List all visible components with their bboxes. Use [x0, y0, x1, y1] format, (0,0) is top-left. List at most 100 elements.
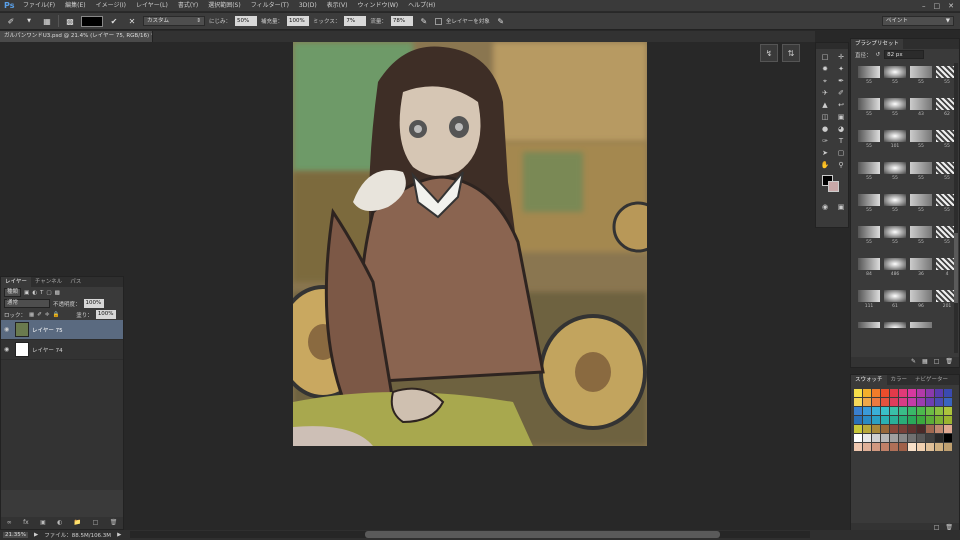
color-swatch[interactable]	[944, 434, 952, 442]
menu-item[interactable]: 編集(E)	[60, 0, 90, 12]
toggle-brush-panel-icon[interactable]: ✎	[911, 357, 916, 367]
brush-preset[interactable]: 61	[883, 288, 907, 320]
menu-item[interactable]: ヘルプ(H)	[403, 0, 440, 12]
color-swatch[interactable]	[854, 398, 862, 406]
quick-mask-icon[interactable]: ◉	[817, 201, 833, 213]
brush-panel-toggle-icon[interactable]: ▦	[40, 15, 54, 27]
clone-stamp-tool-icon[interactable]: ▲	[817, 99, 833, 111]
brush-preset[interactable]: 55	[883, 224, 907, 256]
color-swatch[interactable]	[899, 434, 907, 442]
load-brush-icon[interactable]: ▩	[63, 15, 77, 27]
color-swatch[interactable]	[908, 398, 916, 406]
filter-type-icon[interactable]: T	[40, 290, 43, 296]
color-swatch[interactable]	[863, 416, 871, 424]
doc-info-icon[interactable]: ▶	[34, 532, 38, 538]
screen-mode-icon[interactable]: ▣	[833, 201, 849, 213]
maximize-button[interactable]: □	[934, 2, 941, 10]
color-swatch[interactable]	[908, 443, 916, 451]
color-swatch[interactable]	[944, 443, 952, 451]
add-mask-icon[interactable]: ▣	[40, 517, 46, 529]
brush-preset-picker[interactable]: ▼	[22, 15, 36, 27]
tab-layers[interactable]: レイヤー	[1, 277, 31, 287]
color-swatch[interactable]	[917, 389, 925, 397]
color-swatch[interactable]	[935, 443, 943, 451]
color-swatch[interactable]	[854, 407, 862, 415]
color-swatch[interactable]	[872, 389, 880, 397]
load-value[interactable]: 100%	[287, 16, 310, 26]
brush-preset[interactable]: 55	[909, 64, 933, 96]
color-swatch[interactable]	[863, 443, 871, 451]
color-swatch[interactable]	[881, 434, 889, 442]
new-layer-icon[interactable]: □	[93, 517, 99, 529]
zoom-tool-icon[interactable]: ⚲	[833, 159, 849, 171]
color-swatch[interactable]	[935, 398, 943, 406]
visibility-eye-icon[interactable]: ◉	[4, 346, 12, 353]
blur-tool-icon[interactable]: ●	[817, 123, 833, 135]
brush-preset[interactable]: 55	[909, 192, 933, 224]
grid-view-icon[interactable]: ▦	[922, 357, 928, 367]
workspace-dropdown[interactable]: ペイント ▼	[882, 16, 954, 26]
brush-size-field[interactable]: 82 px	[884, 50, 925, 59]
pen-tool-icon[interactable]: ✑	[817, 135, 833, 147]
eyedropper-tool-icon[interactable]: ✒	[833, 75, 849, 87]
color-swatch[interactable]	[926, 407, 934, 415]
color-swatch[interactable]	[908, 425, 916, 433]
load-after-stroke-icon[interactable]: ✔	[107, 15, 121, 27]
color-swatch[interactable]	[899, 398, 907, 406]
brush-preset[interactable]: 55	[857, 64, 881, 96]
sample-all-layers-checkbox[interactable]	[434, 17, 442, 25]
color-swatch[interactable]	[863, 425, 871, 433]
color-swatch[interactable]	[881, 389, 889, 397]
mixer-brush-tool-icon[interactable]: ✐	[4, 15, 18, 27]
menu-item[interactable]: 表示(V)	[322, 0, 353, 12]
brush-preset[interactable]: 55	[909, 160, 933, 192]
menu-item[interactable]: 書式(Y)	[173, 0, 203, 12]
new-group-icon[interactable]: 📁	[74, 517, 81, 529]
menu-item[interactable]: 3D(D)	[294, 0, 322, 12]
color-swatch[interactable]	[881, 398, 889, 406]
color-swatch[interactable]	[890, 443, 898, 451]
brush-preset[interactable]: 62	[909, 320, 933, 328]
color-swatch[interactable]	[944, 398, 952, 406]
color-swatch[interactable]	[881, 443, 889, 451]
color-swatch[interactable]	[890, 425, 898, 433]
tab-paths[interactable]: パス	[66, 277, 85, 287]
color-swatch[interactable]	[863, 407, 871, 415]
lock-transparent-icon[interactable]: ▦	[29, 312, 34, 318]
filter-pixel-icon[interactable]: ▣	[24, 290, 29, 296]
color-swatch[interactable]	[890, 434, 898, 442]
brush-preset[interactable]: 43	[909, 96, 933, 128]
color-swatch[interactable]	[854, 443, 862, 451]
history-panel-icon[interactable]: ↯	[760, 44, 778, 62]
lasso-tool-icon[interactable]: ✹	[817, 63, 833, 75]
wet-value[interactable]: 50%	[235, 16, 258, 26]
visibility-eye-icon[interactable]: ◉	[4, 326, 12, 333]
move-tool-icon[interactable]: ✛	[833, 51, 849, 63]
color-swatch[interactable]	[872, 416, 880, 424]
mix-value[interactable]: 7%	[344, 16, 367, 26]
color-swatch[interactable]	[881, 416, 889, 424]
color-swatch[interactable]	[917, 425, 925, 433]
color-swatch[interactable]	[935, 416, 943, 424]
quick-select-tool-icon[interactable]: ✦	[833, 63, 849, 75]
brush-preset[interactable]: 189	[883, 320, 907, 328]
color-swatch[interactable]	[926, 425, 934, 433]
color-swatch[interactable]	[872, 434, 880, 442]
tab-color[interactable]: カラー	[887, 375, 912, 385]
fill-field[interactable]: 100%	[95, 310, 116, 319]
lock-position-icon[interactable]: ✛	[45, 312, 50, 318]
blend-mode-dropdown[interactable]: 通常	[4, 299, 50, 308]
color-swatch[interactable]	[926, 434, 934, 442]
color-swatch[interactable]	[863, 434, 871, 442]
color-swatch[interactable]	[926, 389, 934, 397]
color-swatch[interactable]	[908, 434, 916, 442]
opacity-field[interactable]: 100%	[83, 299, 104, 308]
brush-preset[interactable]: 55	[857, 96, 881, 128]
clean-after-stroke-icon[interactable]: ✕	[125, 15, 139, 27]
color-swatch[interactable]	[854, 389, 862, 397]
color-swatch[interactable]	[908, 416, 916, 424]
lock-all-icon[interactable]: 🔒	[52, 312, 59, 318]
color-swatch[interactable]	[854, 434, 862, 442]
minimize-button[interactable]: –	[922, 2, 926, 10]
color-swatch[interactable]	[917, 416, 925, 424]
